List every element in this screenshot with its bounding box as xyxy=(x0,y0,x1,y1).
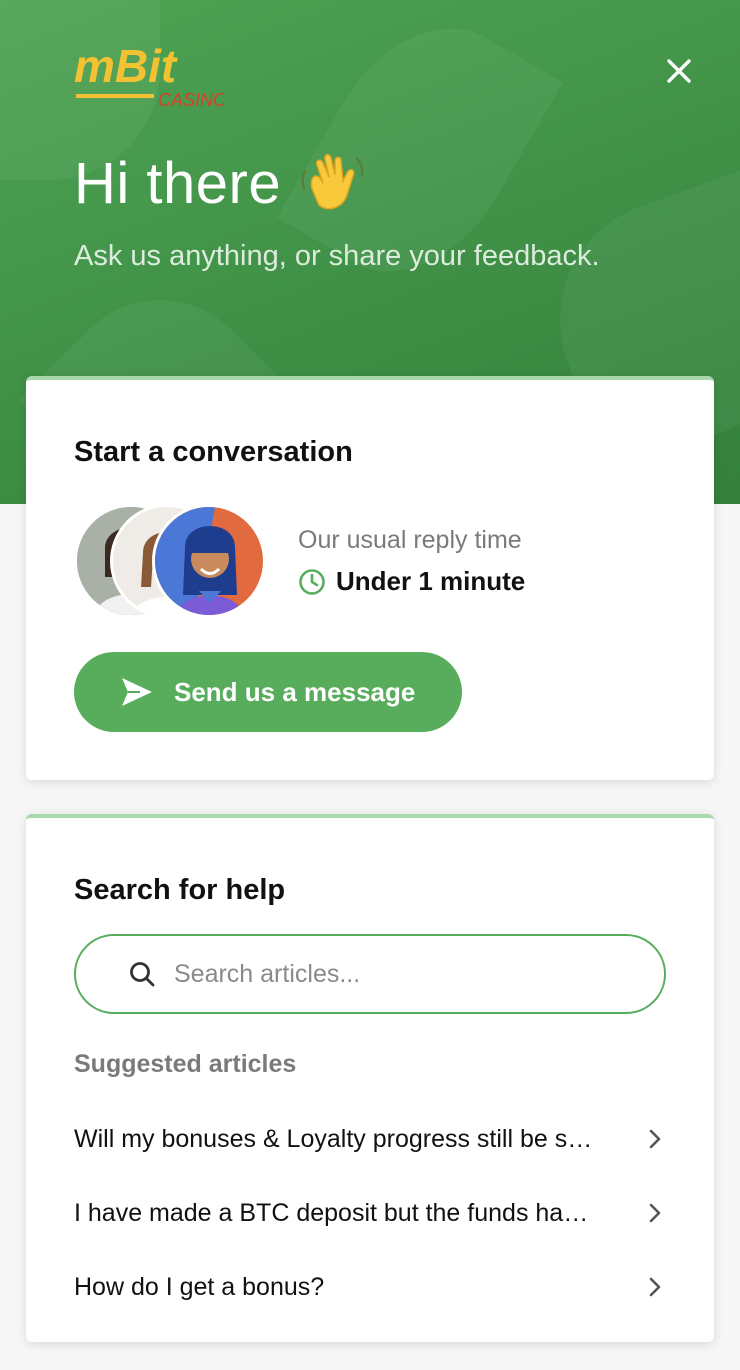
search-input[interactable] xyxy=(174,959,614,989)
reply-time-value: Under 1 minute xyxy=(298,566,525,597)
header-subtitle: Ask us anything, or share your feedback. xyxy=(74,240,600,272)
reply-time-text: Under 1 minute xyxy=(336,566,526,596)
mbit-casino-logo: mBit CASINO xyxy=(74,40,224,110)
greeting-heading: Hi there xyxy=(74,150,365,217)
avatar xyxy=(152,504,266,618)
conversation-title: Start a conversation xyxy=(74,436,353,468)
svg-text:mBit: mBit xyxy=(74,40,178,92)
svg-text:CASINO: CASINO xyxy=(158,90,224,110)
send-message-button[interactable]: Send us a message xyxy=(74,652,462,732)
chevron-right-icon xyxy=(649,1277,661,1297)
chevron-right-icon xyxy=(649,1129,661,1149)
chevron-right-icon xyxy=(649,1203,661,1223)
article-item[interactable]: I have made a BTC deposit but the funds … xyxy=(26,1176,714,1250)
suggested-articles-list: Will my bonuses & Loyalty progress still… xyxy=(26,1102,714,1324)
search-title: Search for help xyxy=(74,874,286,906)
close-icon xyxy=(667,59,691,83)
article-item[interactable]: Will my bonuses & Loyalty progress still… xyxy=(26,1102,714,1176)
article-title: Will my bonuses & Loyalty progress still… xyxy=(74,1124,594,1153)
greeting-text: Hi there xyxy=(74,151,282,216)
paper-plane-icon xyxy=(122,678,152,706)
close-button[interactable] xyxy=(658,50,700,92)
team-avatars xyxy=(74,504,274,620)
search-field[interactable] xyxy=(74,934,666,1014)
suggested-articles-label: Suggested articles xyxy=(74,1050,297,1078)
article-title: How do I get a bonus? xyxy=(74,1272,325,1301)
send-message-label: Send us a message xyxy=(174,676,416,707)
reply-time-label: Our usual reply time xyxy=(298,526,522,554)
search-icon xyxy=(130,962,155,987)
article-item[interactable]: How do I get a bonus? xyxy=(26,1250,714,1324)
search-help-card: Search for help Suggested articles Will … xyxy=(26,814,714,1342)
start-conversation-card: Start a conversation Our usual reply tim… xyxy=(26,376,714,780)
clock-icon xyxy=(299,568,325,595)
waving-hand-icon xyxy=(301,153,364,209)
article-title: I have made a BTC deposit but the funds … xyxy=(74,1198,594,1227)
